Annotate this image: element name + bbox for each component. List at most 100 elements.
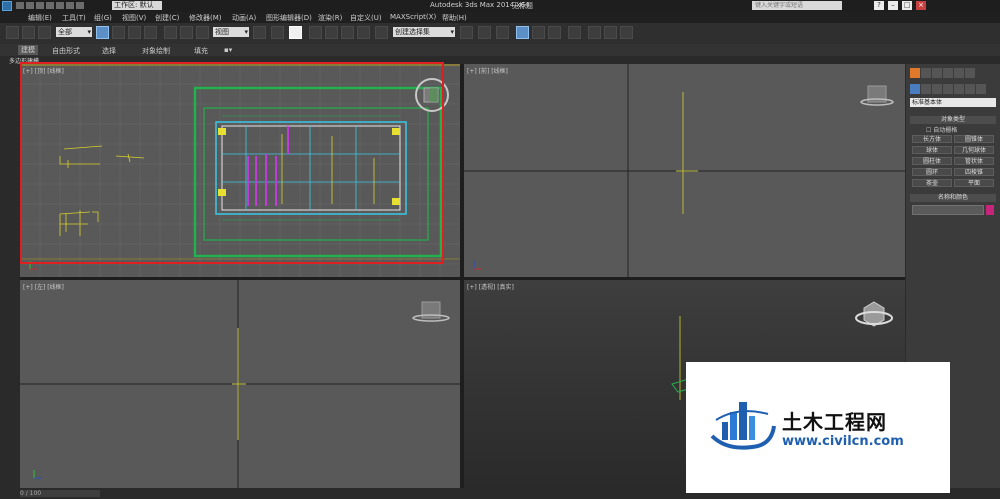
hierarchy-tab-icon[interactable] (932, 68, 942, 78)
reference-coord-select[interactable]: 视图 (213, 27, 249, 37)
tab-selection[interactable]: 选择 (102, 46, 116, 56)
geometry-icon[interactable] (910, 84, 920, 94)
menu-rendering[interactable]: 渲染(R) (318, 13, 342, 23)
menu-customize[interactable]: 自定义(U) (350, 13, 382, 23)
render-production-icon[interactable] (620, 26, 633, 39)
move-icon[interactable] (164, 26, 177, 39)
maximize-button[interactable]: □ (902, 1, 912, 10)
tube-button[interactable]: 管状体 (954, 157, 994, 165)
spinner-snap-icon[interactable] (357, 26, 370, 39)
viewport-divider-vertical[interactable] (460, 64, 464, 488)
menu-graph-editors[interactable]: 图形编辑器(D) (266, 13, 312, 23)
tab-populate[interactable]: 填充 (194, 46, 208, 56)
viewport-perspective-label[interactable]: [+] [透视] [真实] (467, 282, 514, 291)
lights-icon[interactable] (932, 84, 942, 94)
fetch-icon[interactable] (76, 2, 84, 9)
scale-icon[interactable] (196, 26, 209, 39)
select-object-icon[interactable] (96, 26, 109, 39)
menu-views[interactable]: 视图(V) (122, 13, 146, 23)
app-icon[interactable] (2, 1, 12, 11)
object-type-rollout[interactable]: 对象类型 (910, 116, 996, 124)
workspace-select[interactable]: 工作区: 默认 (112, 1, 162, 10)
save-icon[interactable] (36, 2, 44, 9)
schematic-view-icon[interactable] (548, 26, 561, 39)
pivot-center-icon[interactable] (253, 26, 266, 39)
rotate-icon[interactable] (180, 26, 193, 39)
geosphere-button[interactable]: 几何球体 (954, 146, 994, 154)
rect-selection-icon[interactable] (128, 26, 141, 39)
modify-tab-icon[interactable] (921, 68, 931, 78)
open-icon[interactable] (26, 2, 34, 9)
edit-named-selection-icon[interactable] (375, 26, 388, 39)
hold-icon[interactable] (66, 2, 74, 9)
new-icon[interactable] (16, 2, 24, 9)
viewport-front[interactable]: [+] [前] [线框] (464, 64, 905, 277)
menu-create[interactable]: 创建(C) (155, 13, 179, 23)
sphere-button[interactable]: 球体 (912, 146, 952, 154)
teapot-button[interactable]: 茶壶 (912, 179, 952, 187)
unlink-icon[interactable] (22, 26, 35, 39)
render-setup-icon[interactable] (588, 26, 601, 39)
menu-animation[interactable]: 动画(A) (232, 13, 256, 23)
menu-tools[interactable]: 工具(T) (62, 13, 86, 23)
align-icon[interactable] (478, 26, 491, 39)
redo-icon[interactable] (56, 2, 64, 9)
cone-button[interactable]: 圆锥体 (954, 135, 994, 143)
link-icon[interactable] (6, 26, 19, 39)
create-tab-icon[interactable] (910, 68, 920, 78)
selection-filter-select[interactable]: 全部 (56, 27, 92, 37)
menu-help[interactable]: 帮助(H) (442, 13, 467, 23)
space-warps-icon[interactable] (965, 84, 975, 94)
object-name-field[interactable] (912, 205, 984, 215)
primitive-category-select[interactable]: 标准基本体 (910, 98, 996, 107)
snaps-toggle-icon[interactable] (309, 26, 322, 39)
menu-edit[interactable]: 编辑(E) (28, 13, 52, 23)
systems-icon[interactable] (976, 84, 986, 94)
mirror-icon[interactable] (460, 26, 473, 39)
shapes-icon[interactable] (921, 84, 931, 94)
angle-snap-icon[interactable] (325, 26, 338, 39)
minimize-button[interactable]: – (888, 1, 898, 10)
layer-explorer-icon[interactable] (496, 26, 509, 39)
display-tab-icon[interactable] (954, 68, 964, 78)
undo-icon[interactable] (46, 2, 54, 9)
keyboard-shortcut-override-icon[interactable] (289, 26, 302, 39)
tab-freeform[interactable]: 自由形式 (52, 46, 80, 56)
tab-modeling[interactable]: 建模 (18, 45, 38, 55)
viewport-front-label[interactable]: [+] [前] [线框] (467, 66, 508, 75)
curve-editor-icon[interactable] (532, 26, 545, 39)
ribbon-options-icon[interactable]: ▪▾ (224, 46, 232, 54)
rendered-frame-window-icon[interactable] (604, 26, 617, 39)
select-by-name-icon[interactable] (112, 26, 125, 39)
time-slider[interactable]: 0 / 100 (20, 490, 100, 497)
box-button[interactable]: 长方体 (912, 135, 952, 143)
torus-button[interactable]: 圆环 (912, 168, 952, 176)
utilities-tab-icon[interactable] (965, 68, 975, 78)
cameras-icon[interactable] (943, 84, 953, 94)
search-input[interactable]: 键入关键字或短语 (752, 1, 842, 10)
named-selection-select[interactable]: 创建选择集 (393, 27, 455, 37)
menu-modifiers[interactable]: 修改器(M) (189, 13, 222, 23)
menu-maxscript[interactable]: MAXScript(X) (390, 13, 436, 21)
select-manipulate-icon[interactable] (271, 26, 284, 39)
bind-space-warp-icon[interactable] (38, 26, 51, 39)
percent-snap-icon[interactable] (341, 26, 354, 39)
help-icon[interactable]: ? (874, 1, 884, 10)
material-editor-icon[interactable] (568, 26, 581, 39)
viewport-left-label[interactable]: [+] [左] [线框] (23, 282, 64, 291)
menu-group[interactable]: 组(G) (94, 13, 112, 23)
window-crossing-icon[interactable] (144, 26, 157, 39)
pyramid-button[interactable]: 四棱锥 (954, 168, 994, 176)
tab-object-paint[interactable]: 对象绘制 (142, 46, 170, 56)
toggle-ribbon-icon[interactable] (516, 26, 529, 39)
autogrid-checkbox[interactable]: ☐ 自动栅格 (926, 125, 957, 134)
name-color-rollout[interactable]: 名称和颜色 (910, 194, 996, 202)
viewport-left[interactable]: [+] [左] [线框] (20, 280, 460, 488)
cylinder-button[interactable]: 圆柱体 (912, 157, 952, 165)
helpers-icon[interactable] (954, 84, 964, 94)
object-color-swatch[interactable] (986, 205, 994, 215)
motion-tab-icon[interactable] (943, 68, 953, 78)
viewport-divider-horizontal[interactable] (20, 277, 905, 280)
close-button[interactable]: × (916, 1, 926, 10)
plane-button[interactable]: 平面 (954, 179, 994, 187)
